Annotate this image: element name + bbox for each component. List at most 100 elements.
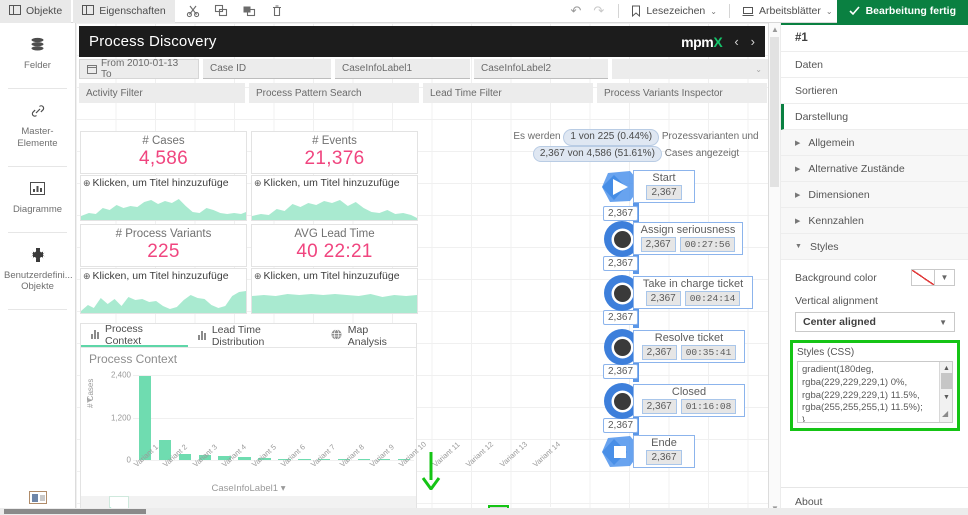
case-id-filter[interactable]: Case ID	[203, 59, 331, 79]
x-label-slot: Variant 1	[132, 442, 164, 470]
chevron-down-icon[interactable]: ▼	[935, 269, 955, 286]
caseinfolabel1-filter[interactable]: CaseInfoLabel1	[335, 59, 470, 79]
sparkline-title-placeholder[interactable]: ⊕ Klicken, um Titel hinzuzufüge	[252, 269, 417, 282]
x-label-slot: Variant 6	[279, 442, 311, 470]
cases-pill[interactable]: 2,367 von 4,586 (51.61%)	[532, 145, 662, 162]
divider	[728, 4, 730, 18]
chart-dimension-selector[interactable]: CaseInfoLabel1 ▾	[81, 483, 416, 494]
chart-bar[interactable]	[238, 457, 251, 460]
note-prefix: Es werden	[513, 131, 561, 142]
sparkline-process-variants[interactable]: ⊕ Klicken, um Titel hinzuzufüge	[80, 268, 247, 314]
sparkline-cases[interactable]: ⊕ Klicken, um Titel hinzuzufüge	[80, 175, 247, 221]
sidebar-item-diagramme[interactable]: Diagramme	[0, 167, 75, 226]
flow-node-label-start[interactable]: Start 2,367	[633, 170, 695, 203]
sidebar-item-felder[interactable]: Felder	[0, 23, 75, 82]
caseinfolabel2-filter[interactable]: CaseInfoLabel2	[474, 59, 608, 79]
panel-section-allgemein[interactable]: ▶ Allgemein	[781, 130, 968, 156]
variants-pill[interactable]: 1 von 225 (0.44%)	[563, 129, 660, 146]
panel-scrollbar[interactable]: ▲ ▼	[769, 23, 781, 515]
process-pattern-search[interactable]: Process Pattern Search	[249, 83, 419, 103]
copy-icon[interactable]	[213, 3, 229, 19]
kpi-tile-events[interactable]: # Events 21,376	[251, 131, 418, 174]
sparkline-title-placeholder[interactable]: ⊕ Klicken, um Titel hinzuzufüge	[81, 176, 246, 189]
panel-section-alternative-zustaende[interactable]: ▶ Alternative Zustände	[781, 156, 968, 182]
bookmarks-label: Lesezeichen	[646, 5, 706, 17]
kpi-tile-avg-lead-time[interactable]: AVG Lead Time 40 22:21	[251, 224, 418, 267]
color-picker[interactable]: ▼	[911, 269, 955, 286]
textarea-scrollbar[interactable]: ▲ ▼ ◢	[939, 362, 952, 422]
note-mid: Prozessvarianten und	[661, 131, 759, 142]
flow-node-label-ende[interactable]: Ende 2,367	[633, 435, 695, 468]
top-toolbar: Objekte Eigenschaften ↶ ↷ Lesezeichen ⌄ …	[0, 0, 968, 23]
x-label-slot: Variant 9	[368, 442, 400, 470]
scroll-up-icon[interactable]: ▲	[771, 25, 779, 34]
sparkline-events[interactable]: ⊕ Klicken, um Titel hinzuzufüge	[251, 175, 418, 221]
window-horizontal-scrollbar[interactable]	[0, 508, 968, 515]
panel-title: #1	[781, 25, 968, 52]
tab-lead-time-distribution[interactable]: Lead Time Distribution	[188, 323, 321, 348]
undo-icon[interactable]: ↶	[565, 3, 588, 19]
chevron-down-icon: ⌄	[710, 6, 717, 16]
scrollbar-thumb[interactable]	[770, 37, 779, 187]
panel-section-kennzahlen[interactable]: ▶ Kennzahlen	[781, 208, 968, 234]
scroll-down-icon[interactable]: ▼	[943, 393, 950, 402]
node-time: 00:24:14	[684, 291, 741, 306]
sparkline-title-text: Klicken, um Titel hinzuzufüge	[263, 177, 400, 189]
flow-node-label-assign-seriousness[interactable]: Assign seriousness 2,367 00:27:56	[633, 222, 743, 255]
panel-row-sortieren[interactable]: Sortieren	[781, 78, 968, 104]
flow-node-label-resolve-ticket[interactable]: Resolve ticket 2,367 00:35:41	[633, 330, 745, 363]
node-name: Resolve ticket	[654, 332, 724, 344]
sheets-menu[interactable]: Arbeitsblätter ⌄	[738, 5, 837, 17]
link-icon	[4, 101, 71, 121]
kpi-label: AVG Lead Time	[294, 228, 375, 240]
bar-chart-icon	[91, 330, 99, 339]
extra-filter-select[interactable]: ⌄	[612, 59, 768, 79]
sparkline-avg-lead-time[interactable]: ⊕ Klicken, um Titel hinzuzufüge	[251, 268, 418, 314]
panel-row-daten[interactable]: Daten	[781, 52, 968, 78]
tab-label: Lead Time Distribution	[211, 323, 265, 348]
chevron-down-icon: ▾	[280, 483, 286, 494]
kpi-value: 40 22:21	[296, 241, 373, 262]
chart-bar[interactable]	[298, 459, 311, 460]
tab-map-analysis[interactable]: Map Analysis	[321, 324, 416, 348]
date-range-filter[interactable]: From 2010-01-13 To	[79, 58, 199, 80]
flow-node-label-closed[interactable]: Closed 2,367 01:16:08	[633, 384, 745, 417]
activity-filter[interactable]: Activity Filter	[79, 83, 245, 103]
delete-icon[interactable]	[269, 3, 285, 19]
sidebar-item-benutzerdefinierte-objekte[interactable]: Benutzerdefini... Objekte	[0, 233, 75, 304]
scrollbar-thumb[interactable]	[941, 373, 952, 389]
panel-section-styles[interactable]: ▼ Styles	[781, 234, 968, 260]
scrollbar-thumb[interactable]	[4, 509, 146, 514]
layout-preview-button[interactable]	[0, 491, 76, 507]
tab-process-context[interactable]: Process Context	[81, 323, 188, 347]
kpi-tile-process-variants[interactable]: # Process Variants 225	[80, 224, 247, 267]
node-time: 00:27:56	[679, 237, 736, 252]
bookmarks-menu[interactable]: Lesezeichen ⌄	[627, 5, 721, 17]
plus-icon: ⊕	[254, 270, 262, 281]
nav-next-button[interactable]: ›	[751, 34, 755, 49]
flow-node-label-take-in-charge-ticket[interactable]: Take in charge ticket 2,367 00:24:14	[633, 276, 753, 309]
filter-row-primary: From 2010-01-13 To Case ID CaseInfoLabel…	[79, 58, 768, 80]
nav-prev-button[interactable]: ‹	[734, 34, 738, 49]
cut-icon[interactable]	[185, 3, 201, 19]
chevron-right-icon: ▶	[795, 191, 801, 199]
styles-css-textarea[interactable]: gradient(180deg, rgba(229,229,229,1) 0%,…	[797, 361, 953, 423]
objects-button[interactable]: Objekte	[0, 0, 72, 23]
sidebar-item-master-elemente[interactable]: Master-Elemente	[0, 89, 75, 160]
sparkline-title-placeholder[interactable]: ⊕ Klicken, um Titel hinzuzufüge	[252, 176, 417, 189]
sparkline-area-chart	[81, 291, 246, 313]
sparkline-title-placeholder[interactable]: ⊕ Klicken, um Titel hinzuzufüge	[81, 269, 246, 282]
color-swatch-none[interactable]	[911, 269, 935, 286]
lead-time-filter[interactable]: Lead Time Filter	[423, 83, 593, 103]
flow-edge-label: 2,367	[603, 256, 639, 271]
panel-row-darstellung[interactable]: Darstellung	[781, 104, 968, 130]
vertical-alignment-select[interactable]: Center aligned ▼	[795, 312, 955, 332]
chart-bar[interactable]	[357, 459, 371, 460]
properties-button[interactable]: Eigenschaften	[73, 0, 175, 23]
resize-handle-icon[interactable]: ◢	[942, 409, 948, 420]
done-editing-button[interactable]: Bearbeitung fertig	[836, 0, 968, 23]
process-variants-inspector[interactable]: Process Variants Inspector	[597, 83, 767, 103]
panel-section-dimensionen[interactable]: ▶ Dimensionen	[781, 182, 968, 208]
kpi-tile-cases[interactable]: # Cases 4,586	[80, 131, 247, 174]
paste-icon[interactable]	[241, 3, 257, 19]
